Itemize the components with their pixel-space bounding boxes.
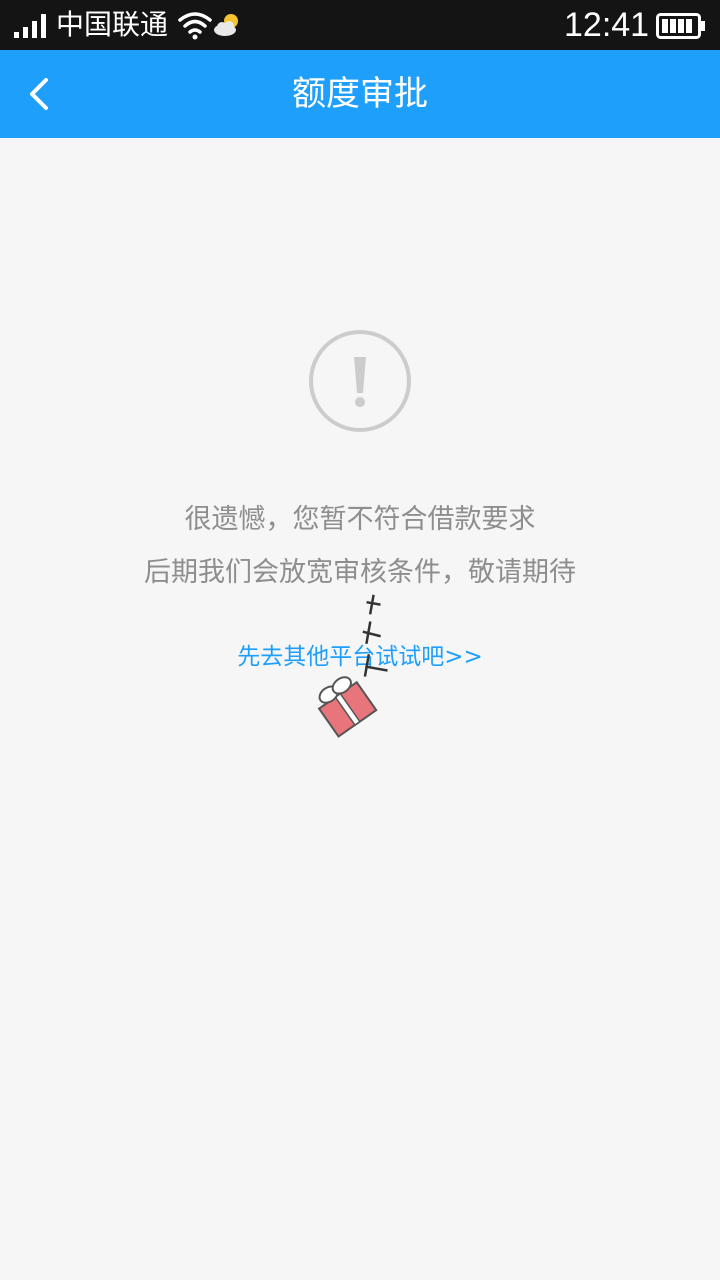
page-title: 额度审批 <box>292 74 428 114</box>
chevron-left-icon <box>30 78 48 110</box>
try-other-platforms-link[interactable]: 先去其他平台试试吧>> <box>160 640 560 674</box>
back-button[interactable] <box>18 70 66 118</box>
title-bar: 额度审批 <box>0 50 720 138</box>
clock: 12:41 <box>564 6 650 44</box>
rejection-message: 很遗憾，您暂不符合借款要求 <box>184 504 536 535</box>
wifi-icon <box>178 12 212 40</box>
partly-cloudy-icon <box>214 14 238 36</box>
signal-bars-icon <box>14 14 46 38</box>
status-bar: 中国联通 12:41 <box>0 0 720 50</box>
battery-icon <box>656 13 705 39</box>
rejection-submessage: 后期我们会放宽审核条件，敬请期待 <box>144 557 576 588</box>
carrier-name: 中国联通 <box>56 8 169 41</box>
exclamation-circle-icon <box>309 330 411 432</box>
